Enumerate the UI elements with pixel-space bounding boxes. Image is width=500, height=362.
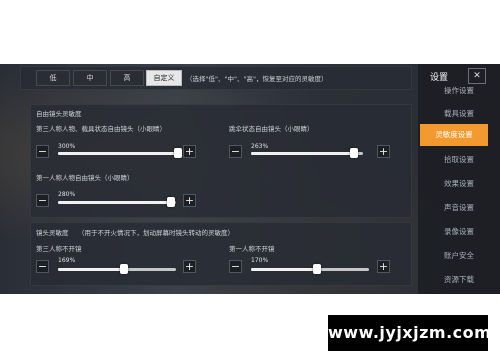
sidebar-item-recording[interactable]: 录像设置: [418, 221, 500, 243]
slider-fill: [251, 268, 318, 271]
slider-track[interactable]: [251, 264, 369, 274]
increase-button[interactable]: +: [377, 145, 390, 158]
slider-label: 第三人称人物、载具状态自由镜头（小眼睛）: [36, 125, 166, 133]
sidebar-item-account[interactable]: 账户安全: [418, 245, 500, 267]
mode-hint: （选择"低"、"中"、"高"，恢复至对应的灵敏度）: [186, 75, 328, 83]
increase-button[interactable]: +: [183, 260, 196, 273]
slider-label: 第一人称人物自由镜头（小眼睛）: [36, 174, 134, 182]
slider-fill: [58, 201, 172, 204]
slider-value: 170%: [251, 257, 269, 264]
settings-sidebar: 设置 ✕ 操作设置 载具设置 灵敏度设置 拾取设置 效果设置 声音设置 录像设置…: [418, 64, 500, 294]
slider-thumb[interactable]: [313, 264, 322, 274]
watermark-banner: www.jyjxjzm.com: [328, 315, 491, 351]
slider-value: 280%: [58, 191, 76, 198]
slider-track[interactable]: [58, 197, 176, 207]
slider-fill: [251, 152, 355, 155]
slider-label: 跳伞状态自由镜头（小眼睛）: [229, 125, 314, 133]
sidebar-item-vehicle[interactable]: 载具设置: [418, 103, 500, 125]
decrease-button[interactable]: −: [229, 145, 242, 158]
increase-button[interactable]: +: [377, 260, 390, 273]
mode-medium-button[interactable]: 中: [73, 70, 107, 86]
slider-thumb[interactable]: [350, 148, 359, 158]
decrease-button[interactable]: −: [229, 260, 242, 273]
sidebar-item-downloads[interactable]: 资源下载: [418, 269, 500, 291]
free-camera-title: 自由镜头灵敏度: [36, 110, 82, 118]
sidebar-item-sound[interactable]: 声音设置: [418, 197, 500, 219]
decrease-button[interactable]: −: [36, 260, 49, 273]
mode-low-button[interactable]: 低: [36, 70, 70, 86]
slider-value: 169%: [58, 257, 76, 264]
increase-button[interactable]: +: [183, 145, 196, 158]
slider-track[interactable]: [251, 148, 363, 158]
sidebar-item-sensitivity[interactable]: 灵敏度设置: [420, 124, 488, 146]
camera-subtitle: （用于不开火情况下，划动屏幕时镜头转动的灵敏度）: [78, 229, 234, 237]
slider-fill: [58, 152, 178, 155]
slider-fill: [58, 268, 125, 271]
decrease-button[interactable]: −: [36, 145, 49, 158]
increase-button[interactable]: +: [183, 194, 196, 207]
slider-value: 263%: [251, 143, 269, 150]
sidebar-item-pickup[interactable]: 拾取设置: [418, 149, 500, 171]
slider-thumb[interactable]: [167, 197, 176, 207]
slider-track[interactable]: [58, 264, 176, 274]
slider-thumb[interactable]: [120, 264, 129, 274]
decrease-button[interactable]: −: [36, 194, 49, 207]
slider-track[interactable]: [58, 148, 182, 158]
slider-label: 第一人称不开镜: [229, 245, 275, 253]
sidebar-item-effects[interactable]: 效果设置: [418, 173, 500, 195]
sidebar-item-controls[interactable]: 操作设置: [418, 80, 500, 102]
slider-label: 第三人称不开镜: [36, 245, 82, 253]
mode-custom-button[interactable]: 自定义: [146, 70, 182, 86]
slider-thumb[interactable]: [173, 148, 182, 158]
camera-title: 镜头灵敏度: [36, 229, 69, 237]
mode-high-button[interactable]: 高: [110, 70, 144, 86]
slider-value: 300%: [58, 143, 76, 150]
